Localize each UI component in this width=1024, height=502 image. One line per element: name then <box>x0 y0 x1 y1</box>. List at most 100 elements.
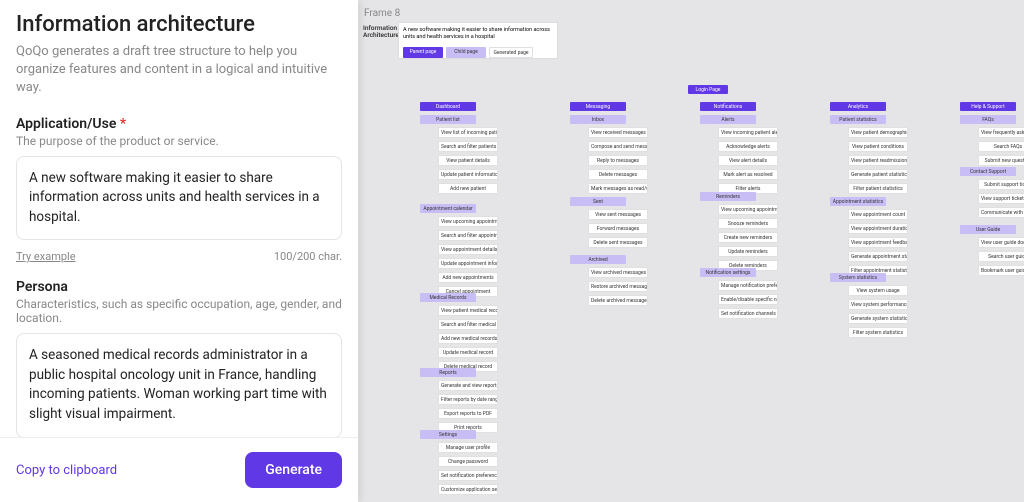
tree-node[interactable]: Manage user profile <box>438 442 498 453</box>
application-input[interactable] <box>16 156 342 241</box>
tree-node[interactable]: Communicate with support team <box>978 207 1024 218</box>
tree-node[interactable]: Reply to messages <box>588 155 648 166</box>
tree-node[interactable]: Alerts <box>700 115 756 124</box>
tree-node[interactable]: Reminders <box>700 192 756 201</box>
tree-node[interactable]: View appointment details <box>438 244 498 255</box>
tree-node[interactable]: Export reports to PDF <box>438 408 498 419</box>
tree-node[interactable]: View upcoming appointment reminders <box>718 204 778 215</box>
tree-node[interactable]: User Guide <box>960 225 1016 234</box>
tree-node[interactable]: Reports <box>420 368 476 377</box>
tree-node[interactable]: Delete messages <box>588 169 648 180</box>
tree-node[interactable]: View appointment duration <box>848 223 908 234</box>
tree-node[interactable]: View support ticket status <box>978 193 1024 204</box>
tree-node[interactable]: View incoming patient alerts <box>718 127 778 138</box>
tree-node[interactable]: Snooze reminders <box>718 218 778 229</box>
tree-node[interactable]: Notification settings <box>700 268 756 277</box>
frame-label[interactable]: Frame 8 <box>364 8 400 19</box>
tree-node[interactable]: Search FAQs <box>978 141 1024 152</box>
tree-node[interactable]: Help & Support <box>960 102 1016 111</box>
tree-node[interactable]: Login Page <box>688 85 728 94</box>
tree-node[interactable]: Add new medical records <box>438 333 498 344</box>
generate-button[interactable]: Generate <box>245 452 342 488</box>
tree-node[interactable]: Appointment statistics <box>830 197 886 206</box>
tree-node[interactable]: Analytics <box>830 102 886 111</box>
tree-node[interactable]: Set notification channels <box>718 308 778 319</box>
tree-node[interactable]: Notifications <box>700 102 756 111</box>
tree-node[interactable]: View patient conditions <box>848 141 908 152</box>
tree-node[interactable]: Manage notification preferences <box>718 280 778 291</box>
tree-node[interactable]: Update medical record <box>438 347 498 358</box>
tree-node[interactable]: Submit support ticket <box>978 179 1024 190</box>
tree-node[interactable]: Sent <box>570 197 626 206</box>
tree-node[interactable]: Contact Support <box>960 167 1016 176</box>
tree-node[interactable]: Filter system statistics <box>848 327 908 338</box>
figma-canvas[interactable]: Frame 8 Information Architecture A new s… <box>360 0 1024 502</box>
page-title: Information architecture <box>16 12 342 37</box>
tree-node[interactable]: View sent messages <box>588 209 648 220</box>
tree-node[interactable]: Patient list <box>420 115 476 124</box>
tree-node[interactable]: View patient demographics <box>848 127 908 138</box>
tree-node[interactable]: View system usage <box>848 285 908 296</box>
tree-node[interactable]: Add new patient <box>438 183 498 194</box>
tree-node[interactable]: Inbox <box>570 115 626 124</box>
tree-node[interactable]: Delete sent messages <box>588 237 648 248</box>
tree-node[interactable]: Patient statistics <box>830 115 886 124</box>
tree-node[interactable]: Generate patient statistics report <box>848 169 908 180</box>
tree-node[interactable]: View appointment feedback <box>848 237 908 248</box>
required-mark: * <box>120 116 126 132</box>
tree-node[interactable]: View received messages <box>588 127 648 138</box>
tree-node[interactable]: View user guide documentation <box>978 237 1024 248</box>
try-example-link[interactable]: Try example <box>16 250 76 263</box>
tree-node[interactable]: Update reminders <box>718 246 778 257</box>
tree-node[interactable]: Update patient information <box>438 169 498 180</box>
tree-node[interactable]: Mark alert as resolved <box>718 169 778 180</box>
tree-node[interactable]: Forward messages <box>588 223 648 234</box>
tree-node[interactable]: Mark messages as read/unread <box>588 183 648 194</box>
tree-node[interactable]: View list of incoming patients <box>438 127 498 138</box>
tree-node[interactable]: Restore archived messages <box>588 281 648 292</box>
tree-node[interactable]: Messaging <box>570 102 626 111</box>
tree-node[interactable]: Search and filter medical records <box>438 319 498 330</box>
tree-node[interactable]: Bookmark user guide sections <box>978 265 1024 276</box>
root-title-card[interactable]: Information Architecture <box>363 25 395 39</box>
tree-node[interactable]: View system performance <box>848 299 908 310</box>
tree-node[interactable]: Archived <box>570 255 626 264</box>
tree-node[interactable]: View appointment count <box>848 209 908 220</box>
tree-node[interactable]: Set notification preferences <box>438 470 498 481</box>
tree-node[interactable]: Submit new question <box>978 155 1024 166</box>
tree-node[interactable]: View frequently asked questions <box>978 127 1024 138</box>
tree-node[interactable]: Search and filter patients <box>438 141 498 152</box>
tree-node[interactable]: View upcoming appointments <box>438 216 498 227</box>
root-desc-card[interactable]: A new software making it easier to share… <box>398 22 558 59</box>
tree-node[interactable]: View patient readmissions <box>848 155 908 166</box>
persona-sublabel: Characteristics, such as specific occupa… <box>16 297 342 325</box>
tree-node[interactable]: Dashboard <box>420 102 476 111</box>
tree-node[interactable]: Customize application settings <box>438 484 498 495</box>
tree-node[interactable]: Acknowledge alerts <box>718 141 778 152</box>
tree-node[interactable]: Appointment calendar <box>420 204 476 213</box>
tree-node[interactable]: Generate appointment statistics report <box>848 251 908 262</box>
tree-node[interactable]: Medical Records <box>420 293 476 302</box>
tree-node[interactable]: Generate and view reports <box>438 380 498 391</box>
tree-node[interactable]: Enable/disable specific notifications <box>718 294 778 305</box>
persona-input[interactable] <box>16 333 342 437</box>
tree-node[interactable]: Update appointment information <box>438 258 498 269</box>
tree-node[interactable]: View archived messages <box>588 267 648 278</box>
tree-node[interactable]: View alert details <box>718 155 778 166</box>
tree-node[interactable]: Filter reports by date range <box>438 394 498 405</box>
tree-node[interactable]: View patient details <box>438 155 498 166</box>
tree-node[interactable]: Compose and send messages <box>588 141 648 152</box>
tree-node[interactable]: Settings <box>420 430 476 439</box>
tree-node[interactable]: Change password <box>438 456 498 467</box>
tree-node[interactable]: Search and filter appointments <box>438 230 498 241</box>
tree-node[interactable]: FAQs <box>960 115 1016 124</box>
tree-node[interactable]: Generate system statistics report <box>848 313 908 324</box>
tree-node[interactable]: Search user guide <box>978 251 1024 262</box>
tree-node[interactable]: Filter patient statistics <box>848 183 908 194</box>
tree-node[interactable]: System statistics <box>830 273 886 282</box>
tree-node[interactable]: Add new appointments <box>438 272 498 283</box>
copy-to-clipboard-link[interactable]: Copy to clipboard <box>16 463 117 478</box>
tree-node[interactable]: View patient medical records <box>438 305 498 316</box>
tree-node[interactable]: Delete archived messages <box>588 295 648 306</box>
tree-node[interactable]: Create new reminders <box>718 232 778 243</box>
